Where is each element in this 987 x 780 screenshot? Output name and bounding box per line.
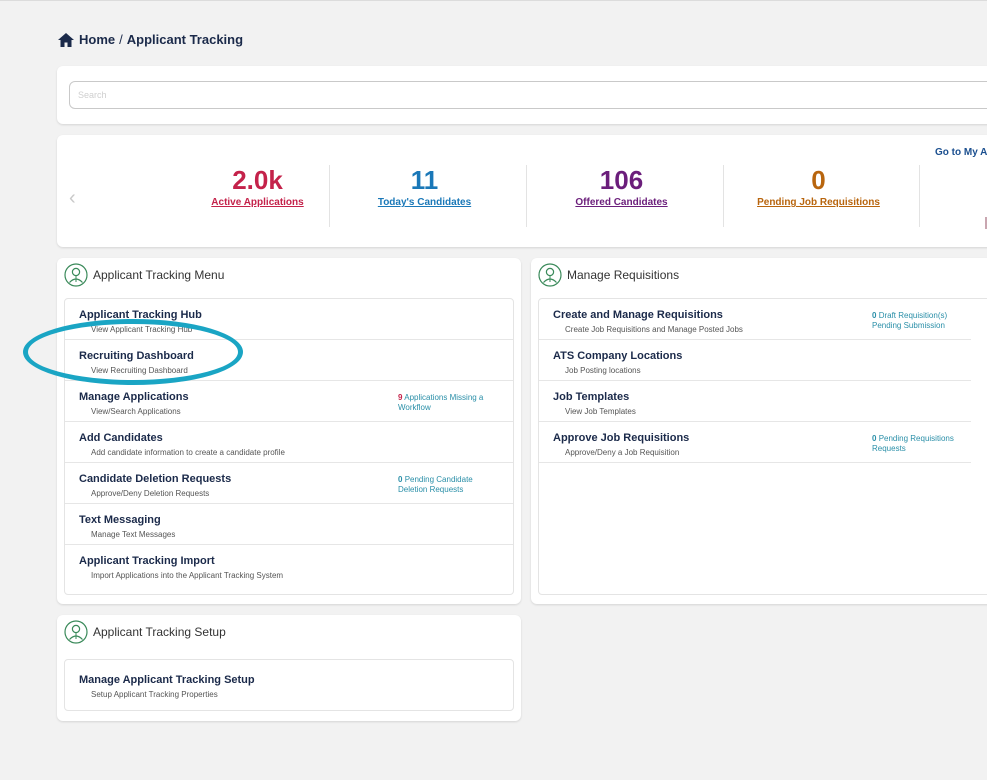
setup-list: Manage Applicant Tracking Setup Setup Ap… (64, 659, 514, 711)
recruiter-icon (64, 620, 88, 644)
panel-header: Applicant Tracking Setup (64, 620, 226, 644)
status-badge[interactable]: 0 Pending Candidate Deletion Requests (398, 475, 493, 495)
badge-count: 0 (872, 311, 877, 320)
menu-item-applicant-tracking-import[interactable]: Applicant Tracking Import Import Applica… (65, 545, 513, 586)
menu-item-subtitle: Manage Text Messages (91, 530, 176, 539)
status-badge[interactable]: 0 Draft Requisition(s) Pending Submissio… (872, 311, 967, 331)
applicant-tracking-setup-panel: Applicant Tracking Setup Manage Applican… (57, 615, 521, 721)
menu-item-title[interactable]: Text Messaging (79, 514, 161, 526)
breadcrumb-separator: / (119, 32, 123, 47)
panel-title: Manage Requisitions (567, 268, 680, 282)
search-input[interactable] (69, 81, 987, 109)
menu-item-title[interactable]: Manage Applications (79, 391, 189, 403)
menu-item-subtitle: Create Job Requisitions and Manage Poste… (565, 325, 743, 334)
menu-item-title[interactable]: Create and Manage Requisitions (553, 309, 723, 321)
menu-item-subtitle: Job Posting locations (565, 366, 641, 375)
menu-item-title[interactable]: Approve Job Requisitions (553, 432, 689, 444)
go-to-link[interactable]: Go to My A (935, 147, 987, 158)
badge-count: 0 (398, 475, 403, 484)
highlight-circle (23, 319, 243, 385)
breadcrumb-home-link[interactable]: Home (79, 32, 115, 47)
stat-label-link[interactable]: Today's Candidates (327, 197, 522, 208)
home-icon[interactable] (58, 32, 74, 47)
stat-divider (919, 165, 920, 227)
menu-item-candidate-deletion-requests[interactable]: Candidate Deletion Requests Approve/Deny… (65, 463, 513, 504)
stat-pending-job-requisitions[interactable]: 0 Pending Job Requisitions (721, 165, 916, 225)
stat-value: 106 (599, 165, 644, 195)
menu-item-job-templates[interactable]: Job Templates View Job Templates (539, 381, 971, 422)
menu-item-subtitle: Add candidate information to create a ca… (91, 448, 285, 457)
menu-item-add-candidates[interactable]: Add Candidates Add candidate information… (65, 422, 513, 463)
menu-item-text-messaging[interactable]: Text Messaging Manage Text Messages (65, 504, 513, 545)
badge-text: Pending Candidate Deletion Requests (398, 475, 473, 494)
manage-requisitions-panel: Manage Requisitions Create and Manage Re… (531, 258, 987, 604)
menu-item-subtitle: Import Applications into the Applicant T… (91, 571, 284, 580)
stat-todays-candidates[interactable]: 11 Today's Candidates (327, 165, 522, 225)
badge-count: 0 (872, 434, 877, 443)
menu-item-manage-applications[interactable]: Manage Applications View/Search Applicat… (65, 381, 513, 422)
menu-item-approve-job-requisitions[interactable]: Approve Job Requisitions Approve/Deny a … (539, 422, 971, 463)
menu-item-title[interactable]: Applicant Tracking Import (79, 555, 215, 567)
requisitions-list: Create and Manage Requisitions Create Jo… (538, 298, 987, 595)
panel-title: Applicant Tracking Setup (93, 625, 226, 639)
menu-item-subtitle: Approve/Deny Deletion Requests (91, 489, 210, 498)
recruiter-icon (538, 263, 562, 287)
badge-text: Pending Requisitions Requests (872, 434, 954, 453)
menu-item-subtitle: View/Search Applications (91, 407, 181, 416)
applicant-tracking-menu-panel: Applicant Tracking Menu Applicant Tracki… (57, 258, 521, 604)
menu-item-title[interactable]: Add Candidates (79, 432, 163, 444)
status-badge[interactable]: 0 Pending Requisitions Requests (872, 434, 967, 454)
menu-item-subtitle: View Job Templates (565, 407, 636, 416)
stats-card: Go to My A ‹ 2.0k Active Applications 11… (57, 135, 987, 247)
stat-label-link[interactable]: Pending Job Requisitions (721, 197, 916, 208)
breadcrumb-current: Applicant Tracking (126, 32, 244, 47)
top-divider (0, 0, 987, 1)
stat-label-link[interactable]: Active Applications (160, 197, 355, 208)
badge-text: Applications Missing a Workflow (398, 393, 484, 412)
panel-header: Manage Requisitions (538, 263, 679, 287)
search-card (57, 66, 987, 124)
badge-text: Draft Requisition(s) Pending Submission (872, 311, 948, 330)
menu-item-ats-company-locations[interactable]: ATS Company Locations Job Posting locati… (539, 340, 971, 381)
menu-item-title[interactable]: ATS Company Locations (553, 350, 682, 362)
menu-item-create-and-manage-requisitions[interactable]: Create and Manage Requisitions Create Jo… (539, 299, 971, 340)
menu-item-title[interactable]: Manage Applicant Tracking Setup (79, 674, 255, 686)
stat-value: 11 (410, 165, 439, 195)
chevron-left-icon[interactable]: ‹ (69, 187, 76, 210)
badge-count: 9 (398, 393, 403, 402)
stat-active-applications[interactable]: 2.0k Active Applications (160, 165, 355, 225)
breadcrumb: Home / Applicant Tracking (58, 32, 243, 47)
recruiter-icon (64, 263, 88, 287)
stat-value: 2.0k (232, 165, 283, 195)
stat-offered-candidates[interactable]: 106 Offered Candidates (524, 165, 719, 225)
panel-title: Applicant Tracking Menu (93, 268, 225, 282)
stat-label-link[interactable]: Offered Candidates (524, 197, 719, 208)
stat-value: 0 (811, 165, 826, 195)
menu-item-title[interactable]: Candidate Deletion Requests (79, 473, 231, 485)
menu-item-manage-applicant-tracking-setup[interactable]: Manage Applicant Tracking Setup Setup Ap… (65, 660, 513, 708)
panel-header: Applicant Tracking Menu (64, 263, 224, 287)
menu-item-subtitle: Approve/Deny a Job Requisition (565, 448, 680, 457)
menu-item-title[interactable]: Job Templates (553, 391, 629, 403)
menu-item-subtitle: Setup Applicant Tracking Properties (91, 690, 218, 699)
status-badge[interactable]: 9 Applications Missing a Workflow (398, 393, 508, 413)
